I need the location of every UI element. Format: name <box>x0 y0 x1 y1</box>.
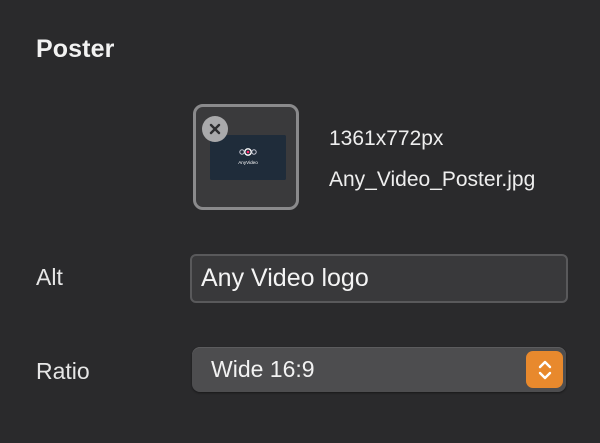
ratio-selected-value: Wide 16:9 <box>211 356 315 382</box>
alt-label: Alt <box>36 264 63 290</box>
ratio-select[interactable]: Wide 16:9 <box>192 347 566 392</box>
poster-dimensions: 1361x772px <box>329 127 444 150</box>
ratio-label: Ratio <box>36 358 90 384</box>
close-icon <box>209 123 221 135</box>
any-video-logo-icon: AnyVideo <box>210 135 286 180</box>
poster-thumbnail[interactable]: AnyVideo <box>193 104 299 210</box>
poster-image: AnyVideo <box>210 135 286 180</box>
poster-filename: Any_Video_Poster.jpg <box>329 168 536 191</box>
alt-text-input[interactable] <box>190 254 568 303</box>
ratio-stepper[interactable] <box>526 351 563 388</box>
thumbnail-caption: AnyVideo <box>238 160 258 165</box>
poster-settings-panel: Poster AnyVideo 1361x772px Any_Video_Pos… <box>0 0 600 443</box>
chevron-up-down-icon <box>538 360 551 379</box>
section-title: Poster <box>36 35 115 63</box>
remove-poster-button[interactable] <box>202 116 228 142</box>
